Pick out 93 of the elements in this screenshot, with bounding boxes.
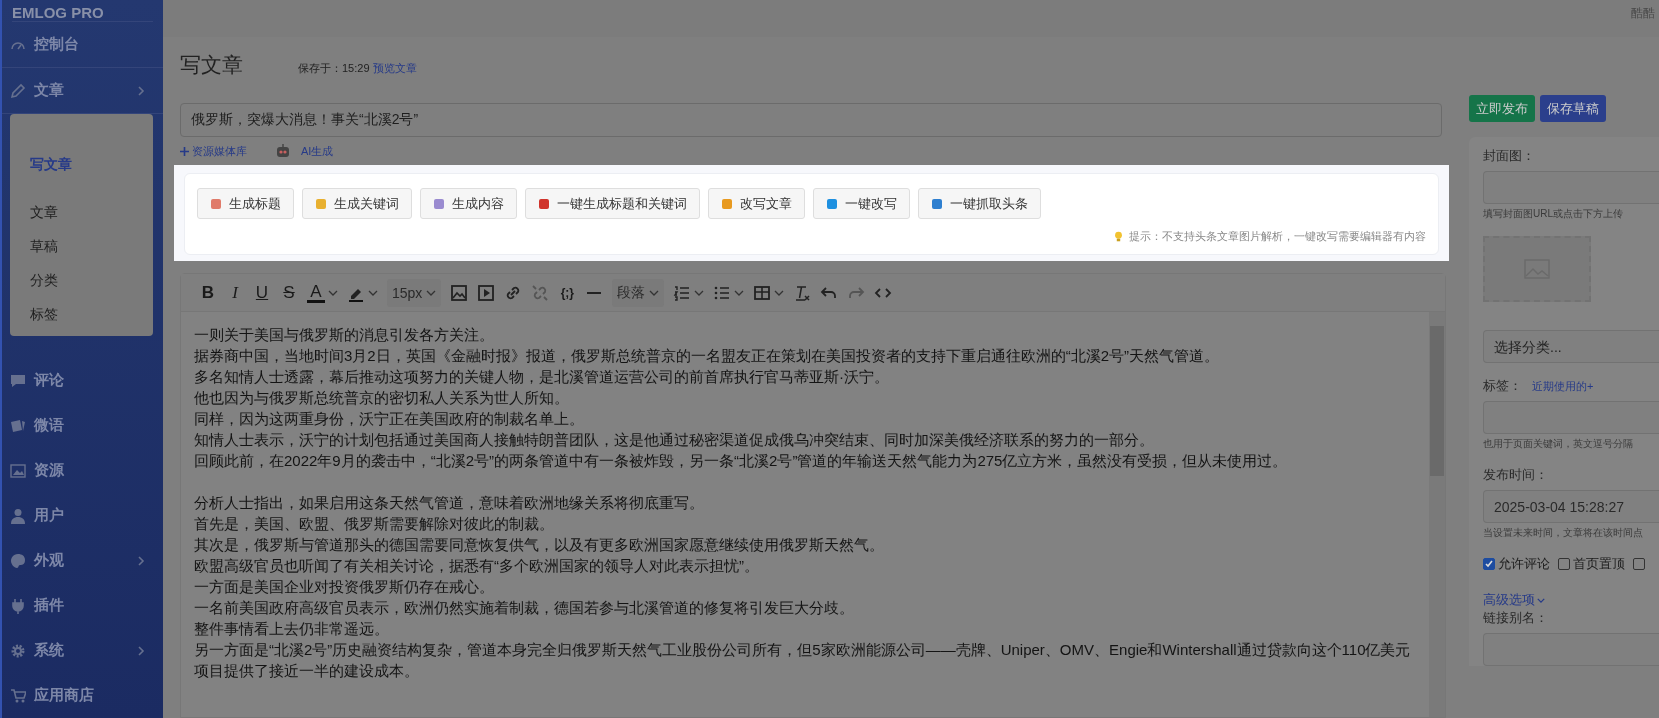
nav-item[interactable]: 外观 <box>2 538 163 583</box>
plus-icon <box>180 146 189 156</box>
submenu-item[interactable]: 标签 <box>10 297 153 331</box>
editor-text-line: 一名前美国政府高级官员表示，欧洲仍然实施着制裁，德国若参与北溪管道的修复将引发巨大分歧。 <box>194 598 855 618</box>
unlink-icon[interactable] <box>531 283 550 302</box>
image-icon[interactable] <box>450 283 469 302</box>
tool-icon <box>315 197 327 210</box>
saved-time: 保存于：15:29 <box>298 61 370 76</box>
editor-text-line: 欧盟高级官员也听闻了有关相关讨论，据悉有“多个欧洲国家的领导人对此表示担忧”。 <box>194 556 760 576</box>
editor-text-line: 他也因为与俄罗斯总统普京的密切私人关系为世人所知。 <box>194 388 570 408</box>
tool-icon <box>931 197 943 210</box>
comment-icon <box>10 372 26 389</box>
scrollbar[interactable] <box>1429 312 1445 717</box>
editor-text-line: 据券商中国，当地时间3月2日，英国《金融时报》报道，俄罗斯总统普京的一名盟友正在策划在美国投资者的支持下重启通往欧洲的“北溪2号”天然气管道。 <box>194 346 1221 366</box>
caret-icon[interactable] <box>774 289 785 296</box>
chevron-down-icon <box>1537 597 1545 603</box>
palette-icon <box>10 552 26 569</box>
caret-icon[interactable] <box>328 289 338 296</box>
category-select[interactable]: 选择分类... <box>1483 330 1659 363</box>
nav-item[interactable]: 资源 <box>2 448 163 493</box>
publish-button[interactable]: 立即发布 <box>1469 95 1535 122</box>
toolbar-select[interactable]: 15px <box>387 278 442 307</box>
check-icon <box>1484 559 1494 569</box>
submenu-item[interactable]: 写文章 <box>10 147 153 181</box>
tool-icon <box>210 197 222 210</box>
cards-icon <box>10 417 26 434</box>
nav-item[interactable]: 用户 <box>2 493 163 538</box>
tool-icon <box>721 197 733 210</box>
video-icon[interactable] <box>477 283 496 302</box>
tool-icon <box>826 197 838 210</box>
ai-tool-button[interactable]: 生成标题 <box>197 188 294 219</box>
nav-item[interactable]: 控制台 <box>2 22 163 68</box>
page-title: 写文章 <box>180 52 243 78</box>
brand-logo: EMLOG PRO <box>12 0 153 22</box>
tags-label: 标签： <box>1483 377 1522 395</box>
toolbar-select[interactable]: 段落 <box>612 278 665 307</box>
caret-icon[interactable] <box>734 289 745 296</box>
editor-text-line: 整件事情看上去仍非常遥远。 <box>194 619 390 639</box>
editor-text-line: 一方面是美国企业对投资俄罗斯仍存在戒心。 <box>194 577 495 597</box>
pencil-icon <box>10 82 26 99</box>
ai-tool-button[interactable]: 生成关键词 <box>302 188 412 219</box>
nav-item[interactable]: 应用商店 <box>2 673 163 718</box>
ordered-list-icon[interactable] <box>673 283 692 302</box>
settings-icon <box>10 642 26 659</box>
nav-item[interactable]: 插件 <box>2 583 163 628</box>
media-library-link[interactable]: 资源媒体库 <box>180 143 247 159</box>
table-icon[interactable] <box>753 283 772 302</box>
ai-tool-button[interactable]: 生成内容 <box>420 188 517 219</box>
publish-time-field[interactable]: 2025-03-04 15:28:27 <box>1483 490 1659 523</box>
editor-text-line: 同样，因为这两重身份，沃宁正在美国政府的制裁名单上。 <box>194 409 585 429</box>
publish-time-label: 发布时间： <box>1483 466 1549 484</box>
advanced-options-link[interactable]: 高级选项 <box>1483 591 1659 609</box>
title-field[interactable]: 俄罗斯，突爆大消息！事关“北溪2号” <box>180 103 1442 137</box>
plug-icon <box>10 597 26 614</box>
checkbox-option[interactable]: 首页置顶 <box>1558 555 1625 573</box>
caret-icon[interactable] <box>368 289 378 296</box>
hint-text: 提示：不支持头条文章图片解析，一键改写需要编辑器有内容 <box>1129 229 1426 244</box>
nav-item[interactable]: 系统 <box>2 628 163 673</box>
ai-generate-link[interactable]: AI生成 <box>275 143 334 159</box>
checkbox-option[interactable] <box>1633 558 1645 570</box>
ai-tool-button[interactable]: 一键改写 <box>813 188 910 219</box>
nav-item[interactable]: 微语 <box>2 403 163 448</box>
cart-icon <box>10 687 26 704</box>
tool-icon <box>538 197 550 210</box>
alias-label: 链接别名： <box>1483 609 1549 627</box>
submenu-item[interactable]: 文章 <box>10 195 153 229</box>
checkbox-option[interactable]: 允许评论 <box>1483 555 1550 573</box>
image-icon <box>10 462 26 479</box>
save-draft-button[interactable]: 保存草稿 <box>1540 95 1606 122</box>
ai-tool-button[interactable]: 一键生成标题和关键词 <box>525 188 700 219</box>
submenu-item[interactable]: 草稿 <box>10 229 153 263</box>
ai-tool-button[interactable]: 改写文章 <box>708 188 805 219</box>
caret-icon[interactable] <box>694 289 705 296</box>
editor-text-line: 多名知情人士透露，幕后推动这项努力的关键人物，是北溪管道运营公司的前首席执行官马蒂亚斯·沃宁。 <box>194 367 890 387</box>
submenu-item[interactable]: 分类 <box>10 263 153 297</box>
robot-icon <box>275 144 291 158</box>
editor-text-line: 首先是，美国、欧盟、俄罗斯需要解除对彼此的制裁。 <box>194 514 555 534</box>
preview-link[interactable]: 预览文章 <box>372 61 417 76</box>
recent-tags-link[interactable]: 近期使用的+ <box>1532 379 1594 394</box>
clear-format-icon[interactable] <box>793 283 812 302</box>
ai-tool-button[interactable]: 一键抓取头条 <box>918 188 1041 219</box>
tool-icon <box>433 197 445 210</box>
editor-text-line: 知情人士表示，沃宁的计划包括通过美国商人接触特朗普团队，这是他通过秘密渠道促成俄乌冲突结束、同时加深美俄经济联系的努力的一部分。 <box>194 430 1155 450</box>
lightbulb-icon <box>1114 230 1123 243</box>
editor-text-line: 回顾此前，在2022年9月的袭击中，“北溪2号”的两条管道中有一条被炸毁，另一条“北溪2号”管道的年输送天然气能力为275亿立方米，虽然没有受损，但从未使用过。 <box>194 451 1289 471</box>
nav-item[interactable]: 评论 <box>2 358 163 403</box>
user-icon <box>10 507 26 524</box>
editor-text-line: 另一方面是“北溪2号”历史融资结构复杂，管道本身完全归俄罗斯天然气工业股份公司所有，但5家欧洲能源公司——壳牌、Uniper、OMV、Engie和Wintershall通过贷款向这个110亿美元项目提供了接近一半的建设成本。 <box>194 640 1412 681</box>
editor-text-line: 一则关于美国与俄罗斯的消息引发各方关注。 <box>194 325 495 345</box>
tags-hint: 也用于页面关键词，英文逗号分隔 <box>1483 437 1634 451</box>
cover-label: 封面图： <box>1483 147 1536 165</box>
editor-text-line: 其次是，俄罗斯与管道那头的德国需要同意恢复供气，以及有更多欧洲国家愿意继续使用俄罗斯天然气。 <box>194 535 885 555</box>
editor-text-line: 分析人士指出，如果启用这条天然气管道，意味着欧洲地缘关系将彻底重写。 <box>194 493 705 513</box>
